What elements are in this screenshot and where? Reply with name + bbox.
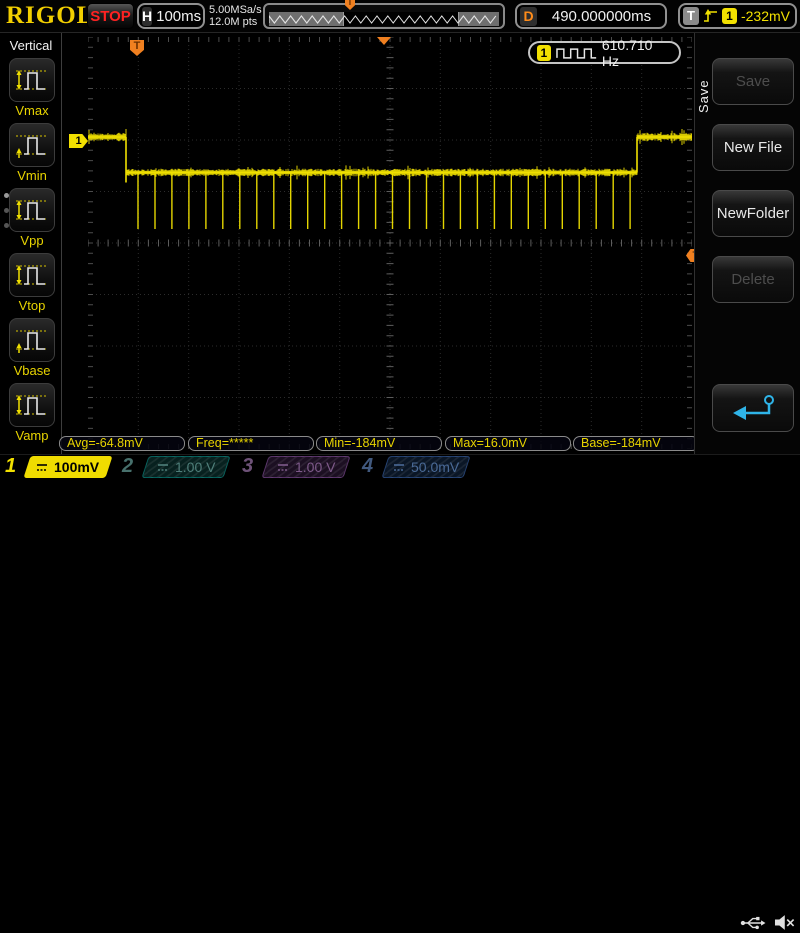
- sidebar-item-label: Vmin: [7, 168, 57, 183]
- channel1-number[interactable]: 1: [5, 455, 16, 478]
- sidebar-item-label: Vamp: [7, 428, 57, 443]
- trigger-level-value: -232mV: [741, 8, 792, 24]
- counter-channel-badge: 1: [537, 45, 551, 61]
- sidebar-item-vmin[interactable]: Vmin: [7, 123, 57, 183]
- hardware-frequency-counter: 1 610.710 Hz: [528, 41, 681, 64]
- square-wave-icon: [556, 46, 597, 60]
- usb-icon: [740, 914, 766, 931]
- status-icon-tray: [740, 911, 796, 933]
- new-file-button[interactable]: New File: [712, 124, 794, 171]
- channel1-scale: 100mV: [54, 459, 99, 475]
- delay-value: 490.000000ms: [541, 8, 662, 25]
- sidebar-item-vbase[interactable]: Vbase: [7, 318, 57, 378]
- oscilloscope-screen: { "brand": "RIGOL", "top_bar": { "run_st…: [0, 0, 800, 480]
- page-indicator-dot: [4, 193, 9, 198]
- channel3-scale: 1.00 V: [295, 459, 335, 475]
- rising-edge-icon: [703, 8, 718, 24]
- measurement-avg: Avg=-64.8mV: [59, 436, 185, 451]
- dc-coupling-icon: [36, 463, 48, 472]
- dc-coupling-icon: [277, 463, 289, 472]
- channel2-number[interactable]: 2: [122, 455, 133, 478]
- channel2-scale: 1.00 V: [175, 459, 215, 475]
- sidebar-item-label: Vtop: [7, 298, 57, 313]
- trigger-position-mini-marker: T: [345, 0, 355, 10]
- sidebar-item-vmax[interactable]: Vmax: [7, 58, 57, 118]
- vertical-measure-menu: Vertical Vmax Vmin Vpp: [0, 33, 62, 454]
- memory-position-thumbnail: T: [263, 3, 505, 29]
- measurement-base: Base=-184mV: [573, 436, 699, 451]
- channel1-scale-box[interactable]: 100mV: [23, 456, 112, 478]
- new-folder-button[interactable]: NewFolder: [712, 190, 794, 237]
- channel2-scale-box[interactable]: 1.00 V: [141, 456, 230, 478]
- top-status-bar: RIGOL STOP H 100ms 5.00MSa/s 12.0M pts T…: [0, 0, 800, 33]
- sample-rate: 5.00MSa/s: [209, 4, 262, 16]
- measurement-max: Max=16.0mV: [445, 436, 571, 451]
- vtop-icon: [14, 261, 50, 289]
- sidebar-item-label: Vbase: [7, 363, 57, 378]
- sidebar-item-vamp[interactable]: Vamp: [7, 383, 57, 443]
- vamp-icon: [14, 391, 50, 419]
- page-indicator-dot: [4, 208, 9, 213]
- memory-depth: 12.0M pts: [209, 16, 262, 28]
- graticule-and-trace: [88, 37, 692, 449]
- measurement-min: Min=-184mV: [316, 436, 442, 451]
- dc-coupling-icon: [157, 463, 169, 472]
- vmin-icon: [14, 131, 50, 159]
- vpp-icon: [14, 196, 50, 224]
- page-indicator-dot: [4, 223, 9, 228]
- trigger-label: T: [683, 7, 699, 25]
- channel4-scale: 50.0mV: [411, 459, 459, 475]
- run-state-button[interactable]: STOP: [87, 3, 134, 29]
- timebase-value: 100ms: [156, 8, 201, 25]
- menu-tab-save[interactable]: Save: [696, 66, 712, 126]
- horizontal-label: H: [142, 7, 152, 26]
- save-button[interactable]: Save: [712, 58, 794, 105]
- channel-status-bar: 1 100mV 2 1.00 V 3 1.00 V 4: [0, 454, 800, 480]
- sidebar-item-vpp[interactable]: Vpp: [7, 188, 57, 248]
- return-arrow-icon: [727, 393, 779, 423]
- menu-back-button[interactable]: [712, 384, 794, 432]
- delete-button[interactable]: Delete: [712, 256, 794, 303]
- channel3-scale-box[interactable]: 1.00 V: [261, 456, 350, 478]
- channel3-number[interactable]: 3: [242, 455, 253, 478]
- memory-waveform-preview-overlay: [269, 12, 499, 26]
- memory-band: [269, 12, 499, 26]
- channel4-scale-box[interactable]: 50.0mV: [381, 456, 470, 478]
- channel1-ground-marker[interactable]: 1: [69, 134, 88, 148]
- rigol-logo: RIGOL: [6, 2, 94, 30]
- measurement-freq: Freq=*****: [188, 436, 314, 451]
- delay-reference-marker: [377, 37, 391, 45]
- trigger-source-badge: 1: [722, 8, 737, 24]
- sidebar-item-vtop[interactable]: Vtop: [7, 253, 57, 313]
- vmax-icon: [14, 66, 50, 94]
- acquisition-info: 5.00MSa/s 12.0M pts: [209, 4, 262, 28]
- speaker-muted-icon: [774, 914, 796, 931]
- left-menu-title: Vertical: [0, 38, 62, 53]
- dc-coupling-icon: [393, 463, 405, 472]
- vbase-icon: [14, 326, 50, 354]
- channel4-number[interactable]: 4: [362, 455, 373, 478]
- sidebar-item-label: Vmax: [7, 103, 57, 118]
- sidebar-item-label: Vpp: [7, 233, 57, 248]
- delay-box: D 490.000000ms: [515, 3, 667, 29]
- horizontal-timebase-box: H 100ms: [137, 3, 205, 29]
- waveform-display-area: 1 610.710 Hz T T: [88, 37, 692, 449]
- delay-label: D: [520, 7, 537, 26]
- trigger-box: T 1 -232mV: [678, 3, 797, 29]
- counter-frequency-value: 610.710 Hz: [602, 37, 672, 69]
